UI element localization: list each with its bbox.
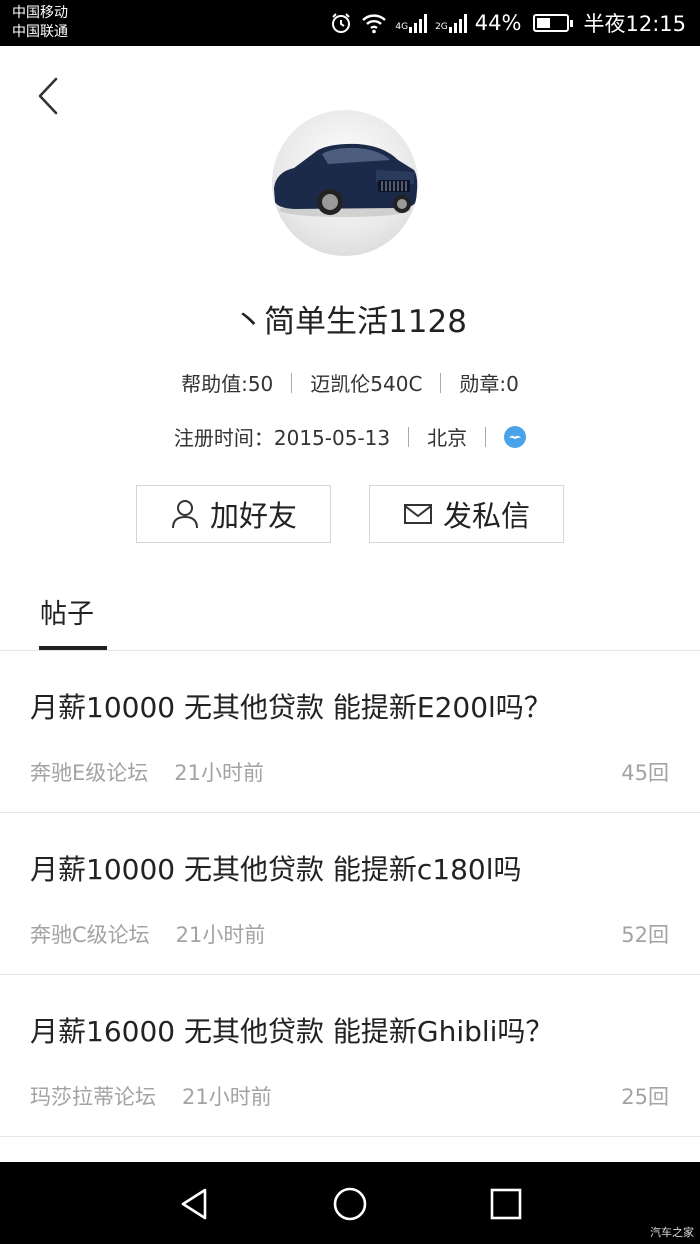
profile-stats: 帮助值:50 迈凯伦540C 勋章:0 xyxy=(0,368,700,397)
list-item[interactable]: 月薪10000 无其他贷款 能提新E200l吗？ 奔驰E级论坛 21小时前 45回 xyxy=(0,651,700,813)
tab-bar: 帖子 xyxy=(0,578,700,651)
alarm-icon xyxy=(329,11,353,35)
divider xyxy=(485,426,487,447)
register-time: 注册时间：2015-05-13 xyxy=(173,426,391,450)
divider xyxy=(291,372,293,393)
car-model[interactable]: 迈凯伦540C xyxy=(310,368,422,397)
network-type-1: 4G xyxy=(395,22,409,32)
post-meta: 玛莎拉蒂论坛 21小时前 xyxy=(30,1081,272,1111)
send-message-button[interactable]: 发私信 xyxy=(369,485,564,543)
post-reply-count: 25回 xyxy=(621,1085,669,1109)
clock: 半夜12:15 xyxy=(583,12,686,36)
post-title[interactable]: 月薪10000 无其他贷款 能提新c180l吗 xyxy=(30,848,522,888)
post-time: 21小时前 xyxy=(174,761,265,785)
signal-2g-icon: 2G xyxy=(435,13,467,33)
system-nav-bar: 汽车之家 xyxy=(0,1162,700,1244)
post-reply-count: 52回 xyxy=(621,923,669,947)
post-forum[interactable]: 奔驰C级论坛 xyxy=(30,923,150,947)
post-time: 21小时前 xyxy=(175,923,266,947)
carrier-info: 中国移动 中国联通 xyxy=(12,4,68,42)
divider xyxy=(440,372,442,393)
carrier-1: 中国移动 xyxy=(12,5,68,21)
city: 北京 xyxy=(427,426,468,450)
network-type-2: 2G xyxy=(435,22,448,32)
post-meta: 奔驰E级论坛 21小时前 xyxy=(30,757,264,787)
add-friend-button[interactable]: 加好友 xyxy=(136,485,331,543)
post-time: 21小时前 xyxy=(182,1085,272,1109)
wifi-icon xyxy=(361,12,387,34)
signal-4g-icon: 4G xyxy=(395,13,428,33)
status-icons: 4G 2G 44% 半夜12:15 xyxy=(329,0,686,46)
register-info: 注册时间：2015-05-13 北京 xyxy=(0,422,700,451)
car-avatar-image xyxy=(274,143,418,217)
chevron-left-icon xyxy=(38,77,58,115)
tab-active-indicator xyxy=(39,646,107,650)
mustache-badge-icon[interactable] xyxy=(504,425,527,448)
envelope-icon xyxy=(403,504,432,524)
nav-back-button[interactable] xyxy=(175,1184,215,1224)
post-reply-count: 45回 xyxy=(621,761,669,785)
battery-fill xyxy=(537,18,550,28)
battery-percent: 44% xyxy=(474,11,522,35)
divider xyxy=(408,426,410,447)
watermark: 汽车之家 xyxy=(650,1226,694,1239)
carrier-2: 中国联通 xyxy=(12,24,68,40)
nav-home-button[interactable] xyxy=(330,1184,370,1224)
status-bar: 中国移动 中国联通 4G 2G 44% 半夜12:15 xyxy=(0,0,700,46)
post-meta: 奔驰C级论坛 21小时前 xyxy=(30,919,265,949)
list-item[interactable]: 月薪10000 无其他贷款 能提新c180l吗 奔驰C级论坛 21小时前 52回 xyxy=(0,813,700,975)
triangle-back-icon xyxy=(181,1188,207,1220)
person-icon xyxy=(171,500,198,529)
post-title[interactable]: 月薪10000 无其他贷款 能提新E200l吗？ xyxy=(30,686,552,726)
nav-recents-button[interactable] xyxy=(486,1184,526,1224)
circle-home-icon xyxy=(333,1187,367,1221)
post-title[interactable]: 月薪16000 无其他贷款 能提新Ghibli吗？ xyxy=(30,1010,553,1050)
send-message-label: 发私信 xyxy=(442,499,530,533)
medal-count[interactable]: 勋章:0 xyxy=(459,368,518,397)
add-friend-label: 加好友 xyxy=(209,499,297,533)
tab-posts[interactable]: 帖子 xyxy=(40,592,94,631)
post-forum[interactable]: 奔驰E级论坛 xyxy=(30,761,148,785)
battery-icon xyxy=(533,14,574,32)
post-forum[interactable]: 玛莎拉蒂论坛 xyxy=(30,1085,156,1109)
username: 丶简单生活1128 xyxy=(233,304,467,340)
back-button[interactable] xyxy=(34,76,66,116)
square-recents-icon xyxy=(490,1188,522,1220)
list-item[interactable]: 月薪16000 无其他贷款 能提新Ghibli吗？ 玛莎拉蒂论坛 21小时前 25… xyxy=(0,975,700,1137)
help-value: 帮助值:50 xyxy=(181,372,274,396)
avatar[interactable] xyxy=(272,110,418,256)
